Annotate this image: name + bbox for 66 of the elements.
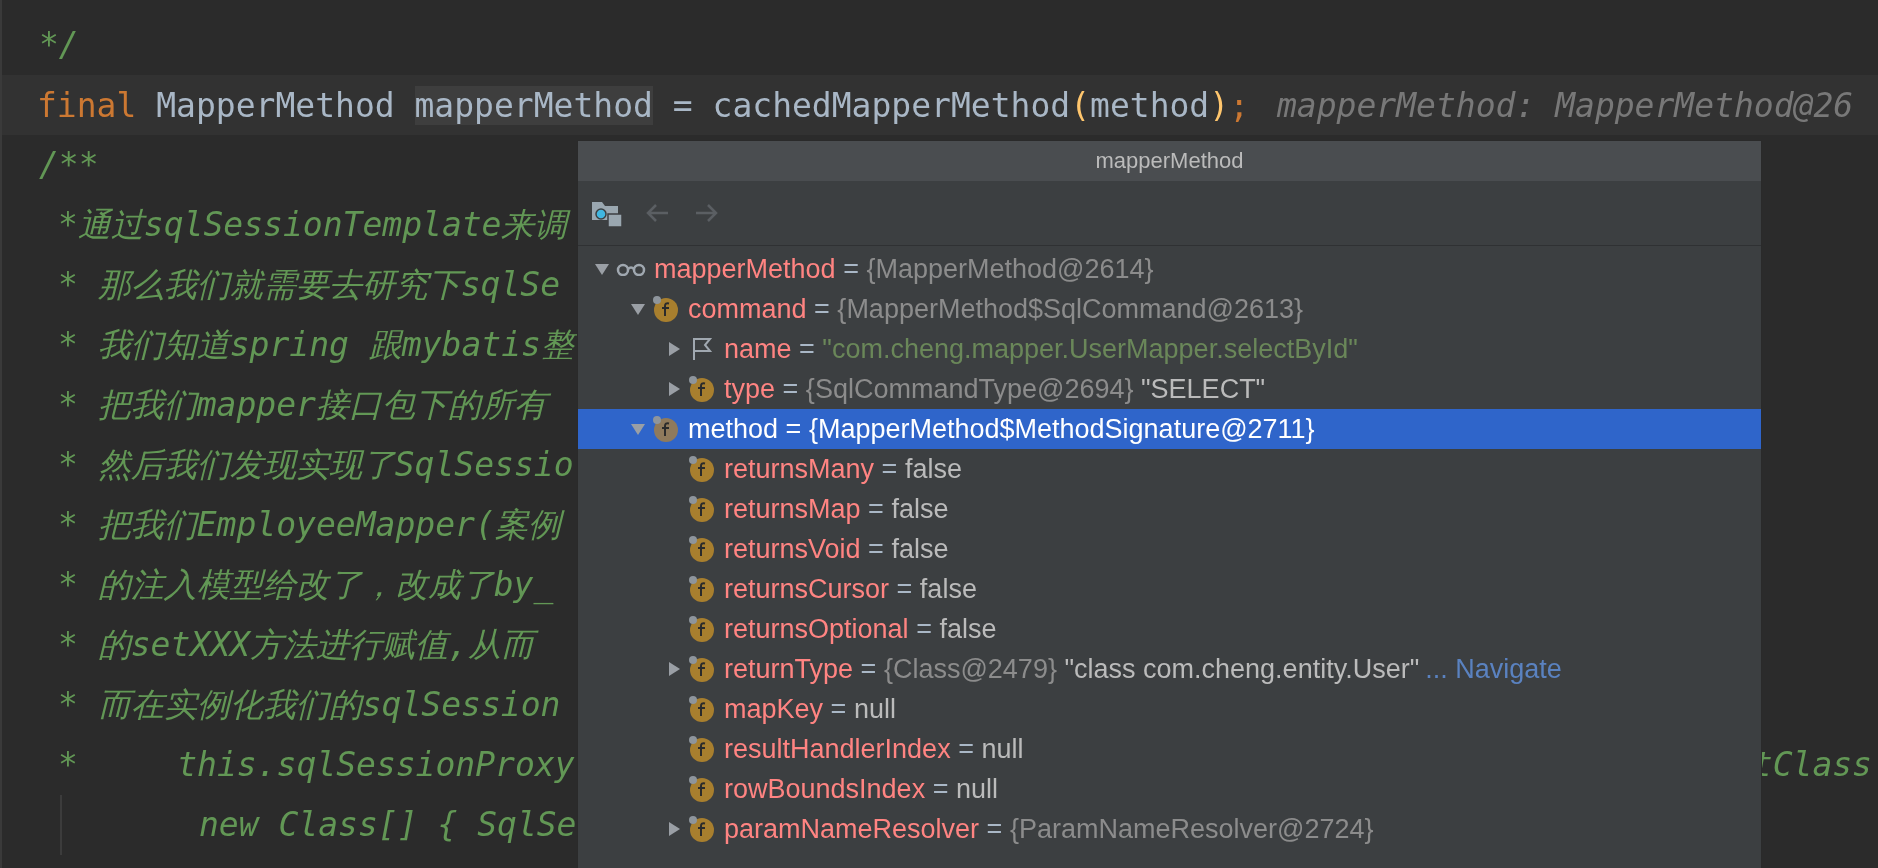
tree-row[interactable]: returnsVoid = false [578, 529, 1761, 569]
variable-text: resultHandlerIndex = null [724, 733, 1024, 765]
variable-text: returnsOptional = false [724, 613, 997, 645]
tree-row[interactable]: returnsMany = false [578, 449, 1761, 489]
comment-text: *通过sqlSessionTemplate来调 [58, 203, 574, 247]
field-icon [688, 375, 716, 403]
comment-text: * 把我们EmployeeMapper(案例 [58, 503, 567, 547]
comment-text: * 把我们mapper接口包下的所有 [58, 383, 553, 427]
variable-text: mapperMethod = {MapperMethod@2614} [654, 253, 1154, 285]
comment-text: * 的setXXX方法进行赋值,从而 [58, 623, 540, 667]
variable-text: mapKey = null [724, 693, 896, 725]
expand-icon[interactable] [666, 661, 682, 677]
tree-row[interactable]: returnType = {Class@2479} "class com.cheng.entity.User" ... Navigate [578, 649, 1761, 689]
tree-row[interactable]: method = {MapperMethod$MethodSignature@2711} [578, 409, 1761, 449]
variable-text: name = "com.cheng.mapper.UserMapper.selectById" [724, 333, 1358, 365]
tree-row[interactable]: type = {SqlCommandType@2694} "SELECT" [578, 369, 1761, 409]
expand-icon[interactable] [666, 821, 682, 837]
tree-row[interactable]: rowBoundsIndex = null [578, 769, 1761, 809]
tree-row[interactable]: resultHandlerIndex = null [578, 729, 1761, 769]
field-icon [688, 455, 716, 483]
tree-row[interactable]: paramNameResolver = {ParamNameResolver@2724} [578, 809, 1761, 849]
comment-text: * 而在实例化我们的sqlSession [58, 684, 562, 726]
field-icon [688, 615, 716, 643]
tree-row[interactable]: mapKey = null [578, 689, 1761, 729]
code-text: final MapperMethod mapperMethod = cachedMapperMethod(method); [37, 85, 1249, 125]
variable-text: paramNameResolver = {ParamNameResolver@2724} [724, 813, 1374, 845]
variable-text: rowBoundsIndex = null [724, 773, 998, 805]
variable-text: returnsVoid = false [724, 533, 949, 565]
tree-row[interactable]: mapperMethod = {MapperMethod@2614} [578, 249, 1761, 289]
comment-text: * 的注入模型给改了，改成了by_ [58, 564, 555, 607]
tree-row[interactable]: returnsOptional = false [578, 609, 1761, 649]
field-icon [688, 775, 716, 803]
collapse-icon[interactable] [594, 261, 610, 277]
tree-row[interactable]: name = "com.cheng.mapper.UserMapper.selectById" [578, 329, 1761, 369]
collapse-icon[interactable] [630, 301, 646, 317]
variable-text: type = {SqlCommandType@2694} "SELECT" [724, 373, 1266, 405]
field-icon [688, 815, 716, 843]
variable-text: returnsMap = false [724, 493, 949, 525]
variable-text: command = {MapperMethod$SqlCommand@2613} [688, 293, 1304, 325]
tree-row[interactable]: returnsCursor = false [578, 569, 1761, 609]
field-icon [688, 575, 716, 603]
inline-hint: mapperMethod: MapperMethod@26 [1277, 85, 1854, 125]
field-icon [652, 415, 680, 443]
variable-text: method = {MapperMethod$MethodSignature@2711} [688, 413, 1315, 445]
comment-text: new Class[] { SqlSe [199, 804, 578, 846]
glasses-icon [616, 262, 646, 276]
popup-title: mapperMethod [1095, 148, 1244, 174]
field-icon [688, 535, 716, 563]
comment-text: * 那么我们就需要去研究下sqlSe [58, 264, 562, 306]
comment-text: * this.sqlSessionProxy [58, 744, 576, 786]
comment-text: /** [39, 144, 100, 186]
comment-text: * 然后我们发现实现了SqlSessio [58, 444, 575, 486]
field-icon [652, 295, 680, 323]
expand-icon[interactable] [666, 341, 682, 357]
field-icon [688, 655, 716, 683]
variable-text: returnType = {Class@2479} "class com.cheng.entity.User" [724, 653, 1420, 685]
comment-text: */ [39, 24, 80, 66]
tree-row[interactable]: returnsMap = false [578, 489, 1761, 529]
comment-text: * 我们知道spring 跟mybatis整 [58, 323, 580, 367]
variable-text: returnsCursor = false [724, 573, 977, 605]
tree-row[interactable]: command = {MapperMethod$SqlCommand@2613} [578, 289, 1761, 329]
field-icon [688, 495, 716, 523]
field-icon [688, 735, 716, 763]
variable-text: returnsMany = false [724, 453, 962, 485]
field-icon [688, 695, 716, 723]
expand-icon[interactable] [666, 381, 682, 397]
